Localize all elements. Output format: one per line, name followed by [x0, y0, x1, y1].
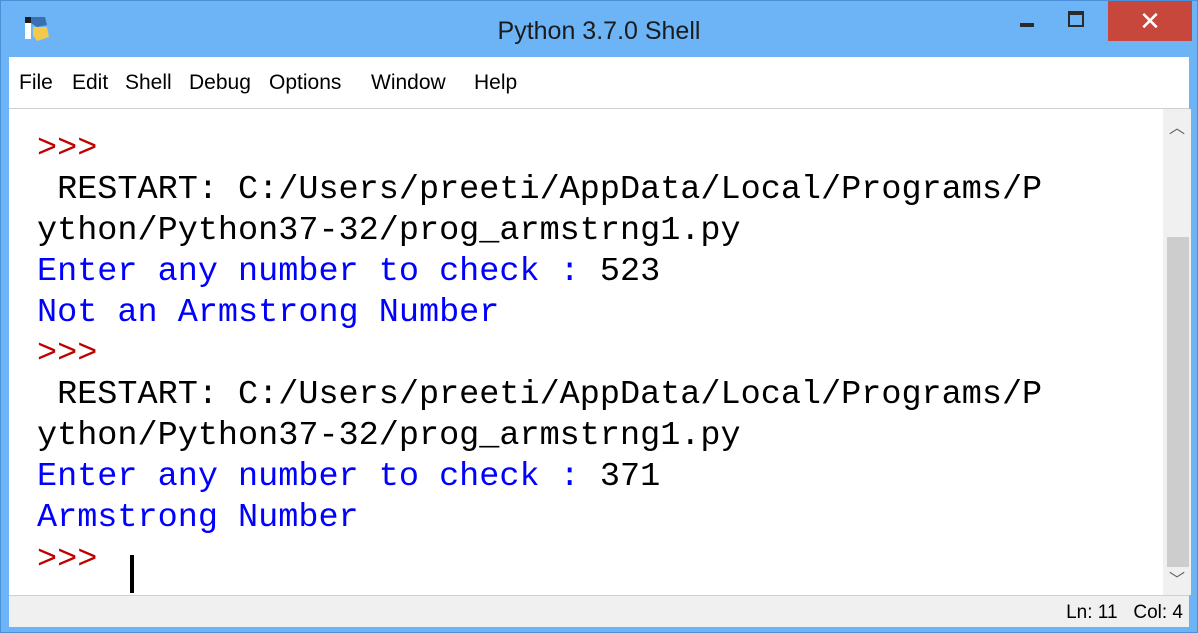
minimize-button[interactable]: [1003, 1, 1051, 37]
shell-prompt: >>>: [37, 335, 98, 373]
menu-bar: File Edit Shell Debug Options Window Hel…: [9, 57, 1189, 109]
maximize-icon: [1068, 11, 1084, 27]
menu-window[interactable]: Window: [371, 57, 446, 108]
restart-line: RESTART: C:/Users/preeti/AppData/Local/P…: [37, 376, 1043, 414]
input-value: 371: [599, 458, 661, 496]
restart-line: RESTART: C:/Users/preeti/AppData/Local/P…: [37, 171, 1043, 209]
line-number: Ln: 11: [1066, 602, 1118, 623]
close-button[interactable]: ✕: [1108, 1, 1192, 41]
program-output: Not an Armstrong Number: [37, 294, 500, 332]
shell-text-area[interactable]: >>> RESTART: C:/Users/preeti/AppData/Loc…: [9, 109, 1163, 595]
input-prompt-text: Enter any number to check :: [37, 458, 600, 496]
column-number: Col: 4: [1133, 602, 1183, 623]
input-prompt-line: Enter any number to check : 523: [37, 252, 660, 292]
close-icon: ✕: [1139, 6, 1161, 36]
scroll-down-arrow-icon[interactable]: ﹀: [1163, 567, 1191, 595]
status-bar: Ln: 11 Col: 4: [9, 595, 1189, 627]
scroll-up-arrow-icon[interactable]: ︿: [1163, 115, 1191, 143]
restart-line: ython/Python37-32/prog_armstrng1.py: [37, 417, 741, 455]
menu-shell[interactable]: Shell: [125, 57, 172, 108]
input-prompt-line: Enter any number to check : 371: [37, 457, 660, 497]
input-prompt-text: Enter any number to check :: [37, 253, 600, 291]
menu-edit[interactable]: Edit: [72, 57, 108, 108]
minimize-icon: [1020, 23, 1034, 27]
shell-prompt: >>>: [37, 130, 98, 168]
text-cursor: [130, 555, 134, 593]
menu-options[interactable]: Options: [269, 57, 341, 108]
restart-line: ython/Python37-32/prog_armstrng1.py: [37, 212, 741, 250]
menu-help[interactable]: Help: [474, 57, 517, 108]
vertical-scrollbar[interactable]: ︿ ﹀: [1163, 109, 1191, 595]
menu-file[interactable]: File: [19, 57, 53, 108]
menu-debug[interactable]: Debug: [189, 57, 251, 108]
maximize-button[interactable]: [1051, 1, 1101, 37]
program-output: Armstrong Number: [37, 499, 359, 537]
title-bar[interactable]: Python 3.7.0 Shell ✕: [1, 1, 1197, 57]
scrollbar-thumb[interactable]: [1167, 237, 1189, 567]
cursor-position: Ln: 11 Col: 4: [1066, 596, 1183, 627]
idle-shell-window: Python 3.7.0 Shell ✕ File Edit Shell Deb…: [0, 0, 1198, 633]
input-value: 523: [599, 253, 661, 291]
active-shell-prompt: >>>: [37, 541, 118, 579]
